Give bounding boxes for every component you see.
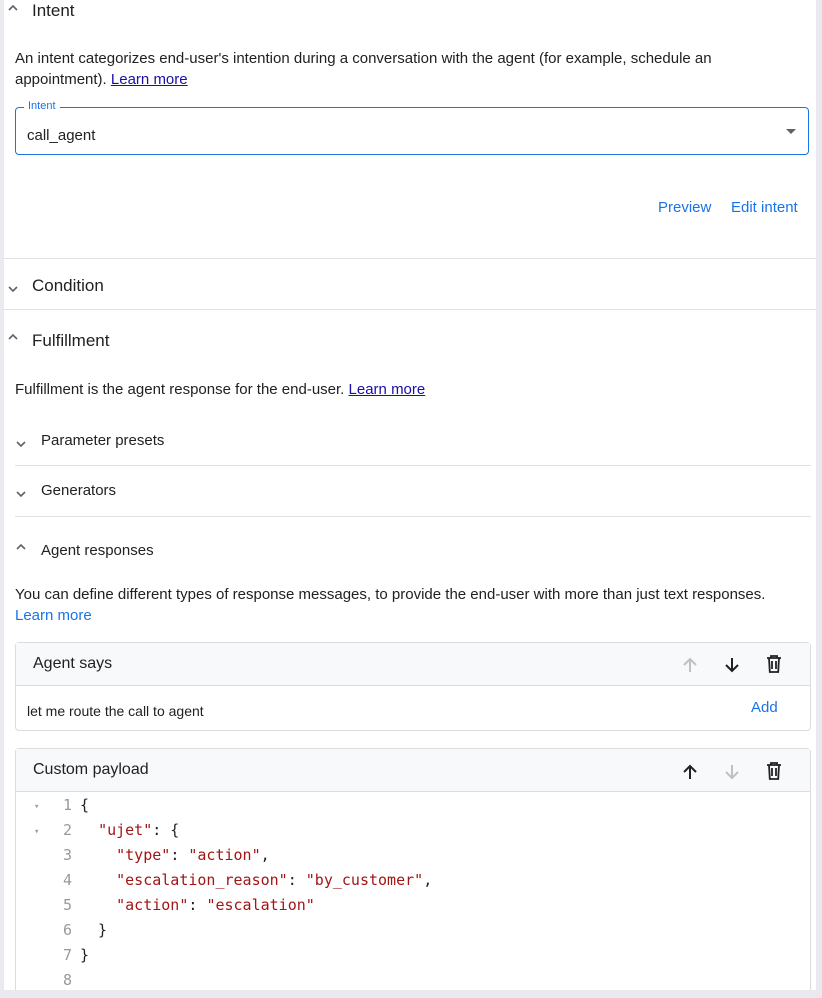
condition-section-title[interactable]: Condition (32, 276, 104, 296)
divider (4, 258, 816, 259)
move-up-icon[interactable] (679, 761, 701, 783)
custom-payload-header: Custom payload (16, 749, 810, 792)
fold-arrow-icon[interactable]: ▾ (34, 802, 39, 812)
intent-select[interactable]: Intent call_agent (15, 100, 809, 155)
add-button[interactable]: Add (751, 699, 778, 716)
chevron-down-icon[interactable] (14, 487, 28, 501)
line-number: 8 (62, 971, 72, 989)
intent-description: An intent categorizes end-user's intenti… (15, 48, 775, 90)
delete-icon[interactable] (763, 653, 785, 675)
line-number: 2 (62, 821, 72, 839)
agent-responses-description-text: You can define different types of respon… (15, 586, 766, 603)
code-line[interactable]: 5 "action": "escalation" (16, 896, 810, 921)
intent-learn-more-link[interactable]: Learn more (111, 71, 188, 88)
page: Intent An intent categorizes end-user's … (4, 0, 816, 990)
code-text: "escalation_reason": "by_customer", (116, 871, 433, 889)
chevron-down-icon[interactable] (6, 282, 20, 296)
code-text: "ujet": { (98, 821, 180, 839)
fulfillment-description: Fulfillment is the agent response for th… (15, 379, 425, 400)
preview-link[interactable]: Preview (658, 199, 711, 216)
intent-field-label: Intent (24, 100, 60, 112)
code-line[interactable]: 6 } (16, 921, 810, 946)
move-down-icon (721, 761, 743, 783)
edit-intent-link[interactable]: Edit intent (731, 199, 798, 216)
code-line[interactable]: 8 (16, 971, 810, 990)
parameter-presets-toggle[interactable]: Parameter presets (41, 432, 164, 449)
agent-says-card: Agent says let me route the call to agen… (15, 642, 811, 731)
fold-arrow-icon[interactable]: ▾ (34, 827, 39, 837)
agent-says-text[interactable]: let me route the call to agent (27, 703, 204, 719)
line-number: 3 (62, 846, 72, 864)
chevron-up-icon[interactable] (6, 330, 20, 344)
agent-says-title: Agent says (33, 655, 113, 672)
fulfillment-section-title[interactable]: Fulfillment (32, 331, 109, 351)
agent-says-header: Agent says (16, 643, 810, 686)
code-text: "type": "action", (116, 846, 270, 864)
line-number: 1 (62, 796, 72, 814)
intent-section-title: Intent (32, 1, 75, 20)
custom-payload-card: Custom payload ▾ 1 { ▾ 2 "ujet": { 3 "type": … (15, 748, 811, 990)
line-number: 7 (62, 946, 72, 964)
code-line[interactable]: 3 "type": "action", (16, 846, 810, 871)
payload-code-editor[interactable]: ▾ 1{▾ 2 "ujet": {3 "type": "action", 4 "esc… (16, 792, 810, 990)
agent-responses-description: You can define different types of respon… (15, 584, 805, 626)
code-text: } (80, 921, 108, 939)
chevron-up-icon[interactable] (14, 540, 28, 554)
move-down-icon[interactable] (721, 654, 743, 676)
fulfillment-description-text: Fulfillment is the agent response for th… (15, 381, 345, 398)
code-line[interactable]: 4 "escalation_reason": "by_customer", (16, 871, 810, 896)
code-text: } (80, 946, 90, 964)
fulfillment-learn-more-link[interactable]: Learn more (349, 381, 426, 398)
agent-responses-learn-more-link[interactable]: Learn more (15, 607, 92, 624)
code-text: { (80, 796, 90, 814)
move-up-icon (679, 654, 701, 676)
delete-icon[interactable] (763, 760, 785, 782)
line-number: 6 (62, 921, 72, 939)
code-line[interactable]: 7} (16, 946, 810, 971)
intent-field-value: call_agent (27, 127, 96, 144)
code-line[interactable]: ▾ 2 "ujet": { (16, 821, 810, 846)
dropdown-arrow-icon (786, 129, 796, 134)
chevron-up-icon[interactable] (6, 1, 20, 15)
divider (15, 465, 811, 466)
line-number: 5 (62, 896, 72, 914)
chevron-down-icon[interactable] (14, 437, 28, 451)
code-text: "action": "escalation" (116, 896, 315, 914)
divider (4, 309, 816, 310)
custom-payload-title: Custom payload (33, 761, 149, 778)
generators-toggle[interactable]: Generators (41, 482, 116, 499)
code-line[interactable]: ▾ 1 { (16, 796, 810, 821)
divider (15, 516, 811, 517)
agent-responses-toggle[interactable]: Agent responses (41, 542, 154, 559)
line-number: 4 (62, 871, 72, 889)
